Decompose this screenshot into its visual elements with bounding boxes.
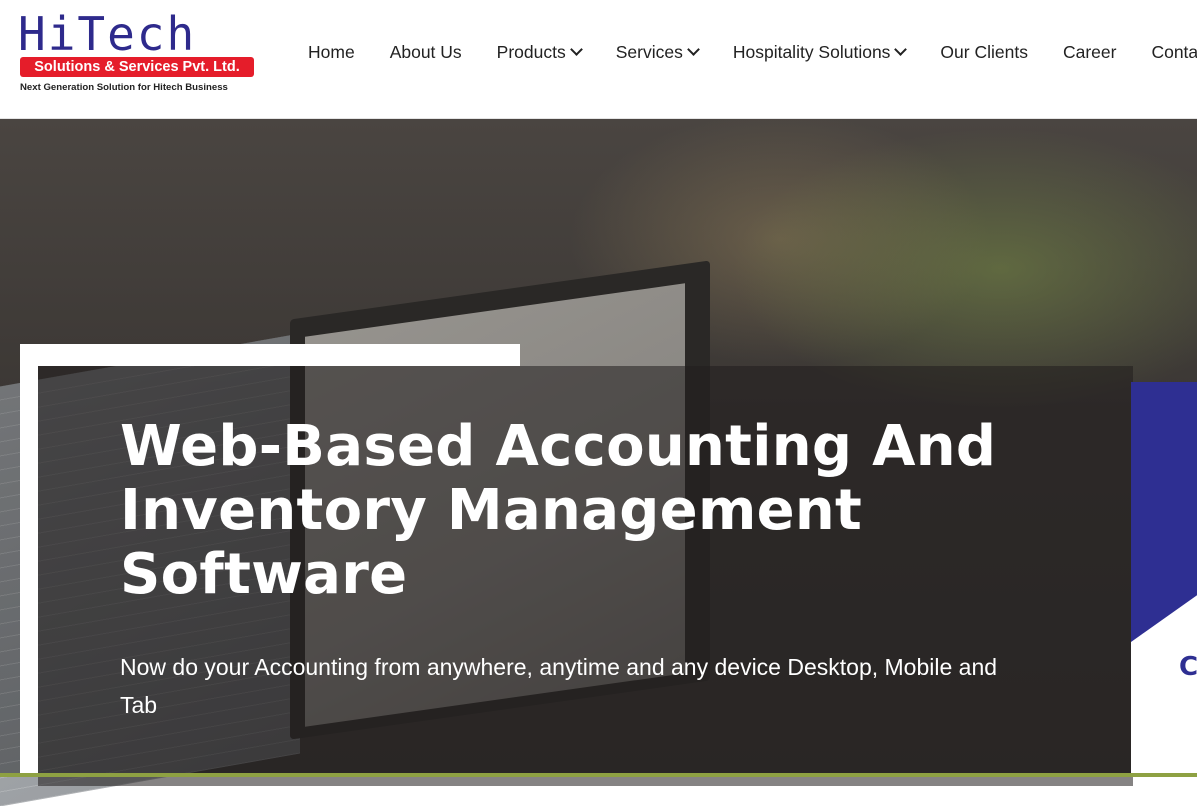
hero-frame-top: [20, 344, 520, 366]
logo-banner: Solutions & Services Pvt. Ltd.: [20, 57, 254, 77]
side-card-header: [1131, 382, 1197, 642]
chevron-down-icon: [894, 43, 908, 56]
logo-tagline: Next Generation Solution for Hitech Busi…: [20, 82, 228, 93]
chevron-down-icon: [569, 43, 583, 56]
nav-item-label: Services: [615, 41, 683, 62]
nav-item-label: Our Clients: [940, 41, 1028, 62]
nav-item-services[interactable]: Services: [615, 41, 700, 63]
site-header: HiTech Solutions & Services Pvt. Ltd. Ne…: [0, 0, 1197, 119]
nav-item-label: Conta: [1151, 41, 1197, 62]
nav-item-contact[interactable]: Conta: [1151, 42, 1197, 63]
nav-item-home[interactable]: Home: [308, 42, 355, 63]
chevron-down-icon: [686, 43, 700, 56]
company-logo[interactable]: HiTech Solutions & Services Pvt. Ltd. Ne…: [18, 10, 258, 98]
nav-item-career[interactable]: Career: [1063, 42, 1117, 63]
nav-item-label: Hospitality Solutions: [732, 41, 891, 62]
side-card-text: Cl: [1179, 652, 1197, 682]
side-promo-card[interactable]: Cl: [1131, 382, 1197, 777]
main-navigation: Home About Us Products Services Hospital…: [308, 40, 1197, 64]
nav-item-label: About Us: [389, 41, 462, 62]
hero-bottom-divider: [0, 773, 1197, 777]
hero-title: Web-Based Accounting And Inventory Manag…: [120, 414, 997, 607]
nav-item-about-us[interactable]: About Us: [390, 42, 462, 63]
nav-item-label: Products: [496, 41, 566, 62]
logo-wordmark: HiTech: [18, 7, 197, 61]
nav-item-hospitality-solutions[interactable]: Hospitality Solutions: [732, 41, 908, 63]
nav-item-label: Home: [308, 41, 355, 62]
nav-item-products[interactable]: Products: [496, 41, 583, 63]
nav-item-label: Career: [1062, 41, 1117, 62]
hero-subtitle: Now do your Accounting from anywhere, an…: [120, 654, 998, 718]
hero-frame-left: [20, 344, 38, 774]
nav-item-our-clients[interactable]: Our Clients: [940, 42, 1028, 63]
